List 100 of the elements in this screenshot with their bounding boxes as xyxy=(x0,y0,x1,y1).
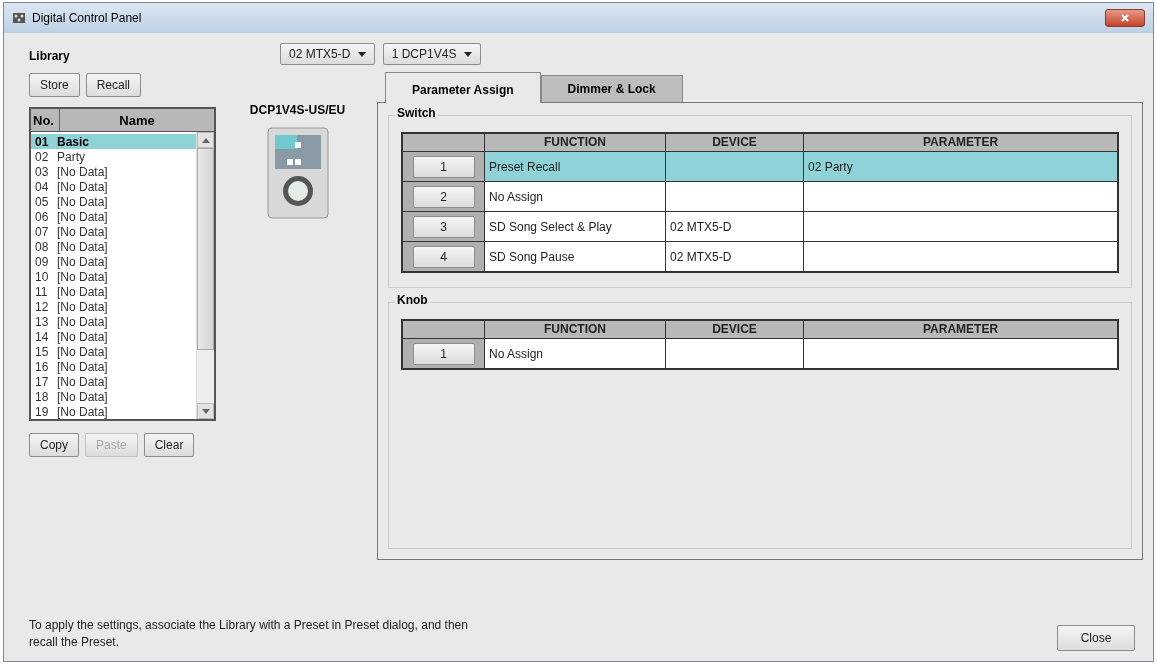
table-cell: SD Song Select & Play xyxy=(485,212,665,241)
item-number: 12 xyxy=(34,299,50,314)
close-icon xyxy=(1120,13,1130,23)
item-number: 11 xyxy=(34,284,49,299)
table-cell: No Assign xyxy=(485,182,665,211)
table-cell: SD Song Pause xyxy=(485,242,665,271)
column-header: FUNCTION xyxy=(485,321,665,338)
library-item[interactable]: 04 [No Data] xyxy=(31,179,196,194)
item-number: 05 xyxy=(34,194,50,209)
library-item[interactable]: 18 [No Data] xyxy=(31,389,196,404)
library-item[interactable]: 19 [No Data] xyxy=(31,404,196,419)
library-item[interactable]: 12 [No Data] xyxy=(31,299,196,314)
device-dropdown[interactable]: 1 DCP1V4S xyxy=(382,43,481,65)
group-title: Knob xyxy=(395,293,430,307)
column-header: DEVICE xyxy=(666,134,803,151)
column-header: DEVICE xyxy=(666,321,803,338)
library-item[interactable]: 03 [No Data] xyxy=(31,164,196,179)
library-item[interactable]: 10 [No Data] xyxy=(31,269,196,284)
table-cell: 02 MTX5-D xyxy=(666,242,803,271)
library-item[interactable]: 05 [No Data] xyxy=(31,194,196,209)
library-item[interactable]: 09 [No Data] xyxy=(31,254,196,269)
library-item[interactable]: 15 [No Data] xyxy=(31,344,196,359)
item-number: 01 xyxy=(34,134,50,149)
item-number: 14 xyxy=(34,329,50,344)
item-number: 10 xyxy=(34,269,50,284)
item-name: Basic xyxy=(57,134,90,149)
item-name: [No Data] xyxy=(57,299,108,314)
item-name: [No Data] xyxy=(57,359,108,374)
item-name: [No Data] xyxy=(57,314,108,329)
close-button[interactable]: Close xyxy=(1057,625,1135,651)
item-number: 18 xyxy=(34,389,50,404)
item-name: [No Data] xyxy=(57,329,108,344)
library-item[interactable]: 08 [No Data] xyxy=(31,239,196,254)
assign-button[interactable]: 1 xyxy=(412,155,475,178)
device-dropdown[interactable]: 02 MTX5-D xyxy=(280,43,375,65)
clear-button[interactable]: Clear xyxy=(143,433,195,457)
instruction-text: To apply the settings, associate the Library with a Preset in Preset dialog, and then recall the Preset. xyxy=(29,617,469,651)
library-item[interactable]: 16 [No Data] xyxy=(31,359,196,374)
item-number: 17 xyxy=(34,374,50,389)
assign-button[interactable]: 3 xyxy=(412,215,475,238)
item-number: 13 xyxy=(34,314,50,329)
assign-button[interactable]: 2 xyxy=(412,185,475,208)
library-item[interactable]: 13 [No Data] xyxy=(31,314,196,329)
column-header[interactable]: No. xyxy=(31,109,60,131)
library-item[interactable]: 17 [No Data] xyxy=(31,374,196,389)
tab[interactable]: Parameter Assign xyxy=(385,72,541,103)
column-header: PARAMETER xyxy=(804,134,1117,151)
table-cell: Preset Recall xyxy=(485,152,665,181)
item-number: 03 xyxy=(34,164,50,179)
assign-button[interactable]: 1 xyxy=(412,342,475,365)
item-name: [No Data] xyxy=(57,194,108,209)
item-number: 19 xyxy=(34,404,50,419)
item-name: Party xyxy=(57,149,85,164)
item-number: 06 xyxy=(34,209,50,224)
item-name: [No Data] xyxy=(57,209,108,224)
table-cell: No Assign xyxy=(485,339,665,368)
caret-icon xyxy=(357,52,366,58)
assign-button[interactable]: 4 xyxy=(412,245,475,268)
group-title: Switch xyxy=(395,106,438,120)
table-cell: 02 MTX5-D xyxy=(666,212,803,241)
window-title: Digital Control Panel xyxy=(32,11,142,25)
scroll-down-icon[interactable] xyxy=(201,408,210,414)
scroll-up-icon[interactable] xyxy=(201,137,210,143)
item-number: 09 xyxy=(34,254,50,269)
item-number: 16 xyxy=(34,359,50,374)
store-button[interactable]: Store xyxy=(29,73,80,97)
table-cell: 02 Party xyxy=(804,152,1117,181)
column-header: PARAMETER xyxy=(804,321,1117,338)
library-item[interactable]: 07 [No Data] xyxy=(31,224,196,239)
item-name: [No Data] xyxy=(57,224,108,239)
item-number: 15 xyxy=(34,344,50,359)
tab[interactable]: Dimmer & Lock xyxy=(540,75,683,102)
copy-button[interactable]: Copy xyxy=(29,433,79,457)
app-icon xyxy=(12,11,26,25)
library-label: Library xyxy=(29,49,71,63)
column-header[interactable]: Name xyxy=(60,109,214,131)
recall-button[interactable]: Recall xyxy=(85,73,142,97)
library-item[interactable]: 14 [No Data] xyxy=(31,329,196,344)
item-name: [No Data] xyxy=(57,239,108,254)
item-name: [No Data] xyxy=(57,389,108,404)
item-name: [No Data] xyxy=(57,269,108,284)
item-name: [No Data] xyxy=(57,284,108,299)
item-number: 07 xyxy=(34,224,50,239)
item-name: [No Data] xyxy=(57,164,108,179)
library-item[interactable]: 01 Basic xyxy=(31,134,196,149)
library-item[interactable]: 02 Party xyxy=(31,149,196,164)
item-name: [No Data] xyxy=(57,254,108,269)
item-number: 02 xyxy=(34,149,50,164)
scrollbar[interactable] xyxy=(196,132,214,419)
item-name: [No Data] xyxy=(57,374,108,389)
device-model-label: DCP1V4S-US/EU xyxy=(249,103,346,117)
column-header: FUNCTION xyxy=(485,134,665,151)
library-item[interactable]: 11 [No Data] xyxy=(31,284,196,299)
library-item[interactable]: 06 [No Data] xyxy=(31,209,196,224)
close-window-button[interactable] xyxy=(1105,9,1145,27)
item-name: [No Data] xyxy=(57,404,108,419)
caret-icon xyxy=(463,52,472,58)
item-number: 04 xyxy=(34,179,50,194)
item-name: [No Data] xyxy=(57,179,108,194)
item-name: [No Data] xyxy=(57,344,108,359)
